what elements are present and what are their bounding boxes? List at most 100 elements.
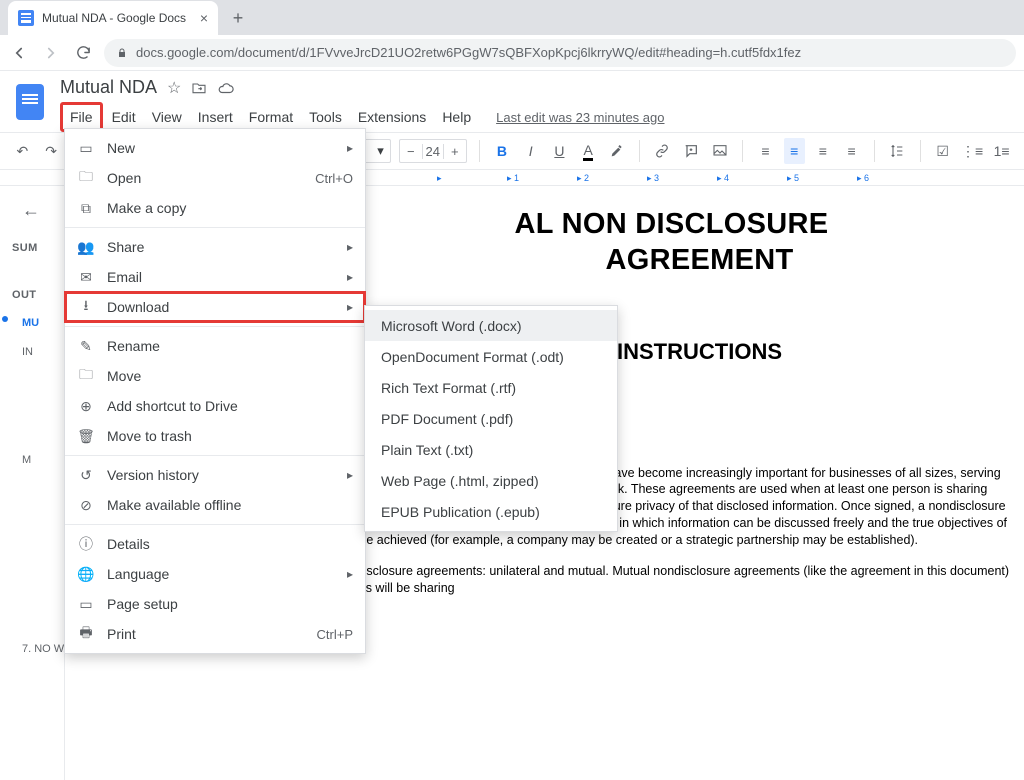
email-icon: ✉ [77, 269, 95, 286]
last-edit-link[interactable]: Last edit was 23 minutes ago [496, 110, 664, 125]
outline-panel: ← SUM OUT MU IN M 7. NO WARRANTY. [0, 186, 65, 780]
menu-language[interactable]: 🌐 Language ▸ [65, 559, 365, 589]
copy-icon: ⧉ [77, 200, 95, 217]
insert-comment-button[interactable] [681, 138, 702, 164]
menu-extensions[interactable]: Extensions [351, 105, 433, 129]
shortcut-icon: ⊕ [77, 398, 95, 415]
font-size-control[interactable]: − 24 + [399, 139, 467, 163]
offline-icon: ⊘ [77, 497, 95, 514]
svg-text:▸ 2: ▸ 2 [577, 173, 589, 183]
menu-trash[interactable]: 🗑 Move to trash [65, 421, 365, 451]
menu-share[interactable]: 👥 Share ▸ [65, 232, 365, 262]
outline-item[interactable]: MU [12, 309, 56, 338]
outline-toggle-button[interactable]: ← [22, 200, 40, 221]
insert-link-button[interactable] [652, 138, 673, 164]
close-tab-icon[interactable]: × [200, 10, 208, 26]
align-justify-button[interactable]: ≡ [841, 138, 862, 164]
new-tab-button[interactable]: + [224, 4, 252, 32]
checklist-button[interactable]: ☑ [932, 138, 953, 164]
menu-offline[interactable]: ⊘ Make available offline [65, 490, 365, 520]
menu-email[interactable]: ✉ Email ▸ [65, 262, 365, 292]
menu-new[interactable]: ▭ New ▸ [65, 133, 365, 163]
move-icon[interactable] [191, 80, 207, 96]
redo-button[interactable]: ↷ [41, 138, 62, 164]
file-menu-dropdown: ▭ New ▸ 🗀 Open Ctrl+O ⧉ Make a copy 👥 Sh… [64, 128, 366, 654]
share-icon: 👥 [77, 239, 95, 256]
download-docx[interactable]: Microsoft Word (.docx) [365, 310, 617, 341]
download-txt[interactable]: Plain Text (.txt) [365, 434, 617, 465]
menu-format[interactable]: Format [242, 105, 300, 129]
download-pdf[interactable]: PDF Document (.pdf) [365, 403, 617, 434]
align-center-button[interactable]: ≡ [784, 138, 805, 164]
align-left-button[interactable]: ≡ [755, 138, 776, 164]
menu-make-copy[interactable]: ⧉ Make a copy [65, 193, 365, 223]
tab-title: Mutual NDA - Google Docs [42, 11, 192, 25]
menu-help[interactable]: Help [435, 105, 478, 129]
url-text: docs.google.com/document/d/1FVvveJrcD21U… [136, 45, 801, 60]
outline-item[interactable]: 7. NO WARRANTY. [12, 635, 56, 664]
forward-button [40, 42, 62, 64]
insert-image-button[interactable] [710, 138, 731, 164]
download-html[interactable]: Web Page (.html, zipped) [365, 465, 617, 496]
browser-toolbar: docs.google.com/document/d/1FVvveJrcD21U… [0, 35, 1024, 71]
outline-item[interactable]: M [12, 446, 56, 475]
star-icon[interactable]: ☆ [167, 78, 181, 98]
menu-page-setup[interactable]: ▭ Page setup [65, 589, 365, 619]
download-icon: ⭳ [77, 295, 95, 319]
svg-text:▸ 4: ▸ 4 [717, 173, 729, 183]
globe-icon: 🌐 [77, 566, 95, 583]
bullet-list-button[interactable]: ⋮≡ [961, 138, 983, 164]
download-odt[interactable]: OpenDocument Format (.odt) [365, 341, 617, 372]
doc-title[interactable]: Mutual NDA [60, 77, 157, 98]
info-icon: ⓘ [77, 534, 95, 554]
reload-button[interactable] [72, 42, 94, 64]
align-right-button[interactable]: ≡ [813, 138, 834, 164]
underline-button[interactable]: U [549, 138, 570, 164]
menu-insert[interactable]: Insert [191, 105, 240, 129]
text-color-button[interactable]: A [578, 138, 599, 164]
print-icon: 🖶 [77, 622, 95, 646]
docs-header: Mutual NDA ☆ File Edit View Insert Forma… [0, 71, 1024, 132]
numbered-list-button[interactable]: 1≡ [991, 138, 1012, 164]
docs-logo[interactable] [10, 77, 50, 127]
outline-summary-label: SUM [12, 234, 56, 263]
menu-open[interactable]: 🗀 Open Ctrl+O [65, 163, 365, 193]
chevron-right-icon: ▸ [347, 468, 353, 482]
chevron-right-icon: ▸ [347, 240, 353, 254]
menu-move[interactable]: 🗀 Move [65, 361, 365, 391]
font-size-value[interactable]: 24 [422, 144, 444, 159]
outline-item[interactable]: IN [12, 338, 56, 367]
browser-tab[interactable]: Mutual NDA - Google Docs × [8, 1, 218, 35]
italic-button[interactable]: I [520, 138, 541, 164]
address-bar[interactable]: docs.google.com/document/d/1FVvveJrcD21U… [104, 39, 1016, 67]
history-icon: ↺ [77, 467, 95, 484]
menu-rename[interactable]: ✎ Rename [65, 331, 365, 361]
svg-text:▸ 3: ▸ 3 [647, 173, 659, 183]
menu-print[interactable]: 🖶 Print Ctrl+P [65, 619, 365, 649]
line-spacing-button[interactable] [887, 138, 908, 164]
menu-add-shortcut[interactable]: ⊕ Add shortcut to Drive [65, 391, 365, 421]
highlight-button[interactable] [607, 138, 628, 164]
menu-download[interactable]: ⭳ Download ▸ [65, 292, 365, 322]
cloud-icon[interactable] [217, 79, 235, 97]
document-icon: ▭ [77, 140, 95, 157]
trash-icon: 🗑 [77, 428, 95, 445]
menu-view[interactable]: View [145, 105, 189, 129]
lock-icon [116, 47, 128, 59]
chevron-right-icon: ▸ [347, 141, 353, 155]
menu-details[interactable]: ⓘ Details [65, 529, 365, 559]
back-button[interactable] [8, 42, 30, 64]
bold-button[interactable]: B [492, 138, 513, 164]
menu-edit[interactable]: Edit [105, 105, 143, 129]
download-epub[interactable]: EPUB Publication (.epub) [365, 496, 617, 527]
svg-text:▸: ▸ [437, 173, 442, 183]
increase-size-button[interactable]: + [444, 144, 466, 159]
decrease-size-button[interactable]: − [400, 144, 422, 159]
chevron-right-icon: ▸ [347, 270, 353, 284]
download-rtf[interactable]: Rich Text Format (.rtf) [365, 372, 617, 403]
browser-tab-strip: Mutual NDA - Google Docs × + [0, 0, 1024, 35]
chevron-down-icon: ▾ [377, 143, 384, 159]
undo-button[interactable]: ↶ [12, 138, 33, 164]
menu-tools[interactable]: Tools [302, 105, 349, 129]
menu-version-history[interactable]: ↺ Version history ▸ [65, 460, 365, 490]
